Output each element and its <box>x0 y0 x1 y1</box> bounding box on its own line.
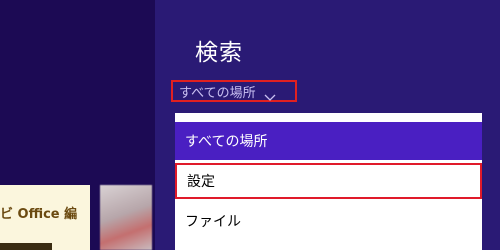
pane-title: 検索 <box>195 40 243 66</box>
search-scope-dropdown[interactable]: すべての場所 <box>171 80 297 102</box>
office-tile-strip <box>0 243 52 250</box>
office-tile[interactable]: ビ Office 編 <box>0 185 90 250</box>
office-tile-label: ビ Office 編 <box>0 207 78 222</box>
scope-dropdown-menu: すべての場所 設定 ファイル <box>175 113 482 250</box>
search-charm-pane: 検索 すべての場所 すべての場所 設定 ファイル <box>155 0 500 250</box>
chevron-down-icon <box>264 87 276 101</box>
dropdown-item-files[interactable]: ファイル <box>175 202 482 240</box>
dropdown-top-padding <box>175 113 482 122</box>
dropdown-item-settings[interactable]: 設定 <box>175 163 482 199</box>
scope-selected-label: すべての場所 <box>179 85 256 101</box>
photo-tile[interactable] <box>100 185 152 250</box>
dropdown-item-everywhere[interactable]: すべての場所 <box>175 122 482 160</box>
